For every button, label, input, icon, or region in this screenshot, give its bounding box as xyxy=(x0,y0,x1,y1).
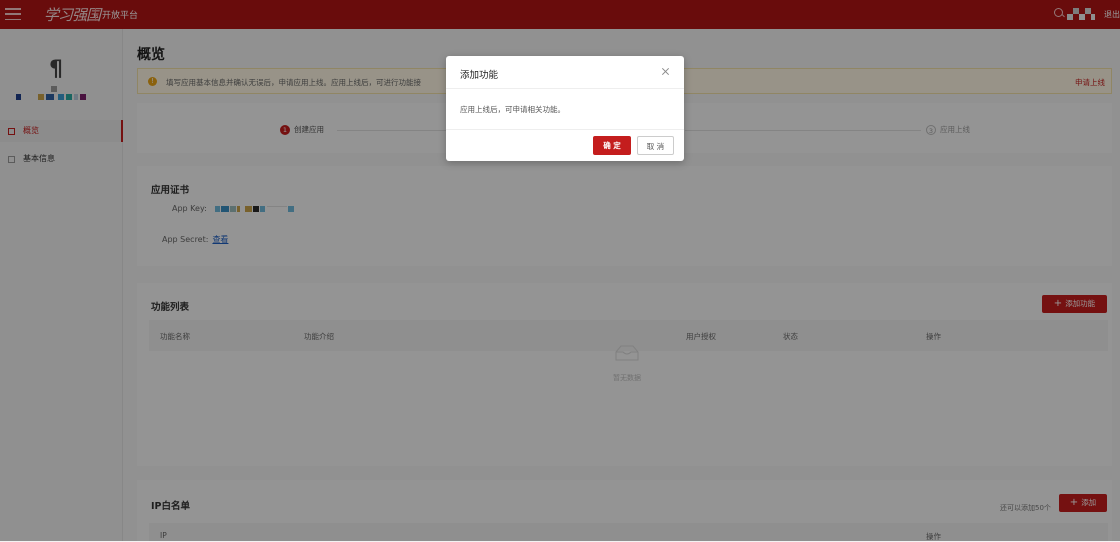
confirm-button[interactable]: 确 定 xyxy=(593,136,631,155)
dialog-title: 添加功能 xyxy=(460,70,499,81)
divider xyxy=(446,129,684,130)
close-icon[interactable] xyxy=(660,66,672,78)
dialog-message: 应用上线后，可申请相关功能。 xyxy=(460,105,565,114)
divider xyxy=(446,88,684,89)
add-feature-dialog: 添加功能 应用上线后，可申请相关功能。 确 定 取 消 xyxy=(446,56,684,161)
cancel-button[interactable]: 取 消 xyxy=(637,136,674,155)
